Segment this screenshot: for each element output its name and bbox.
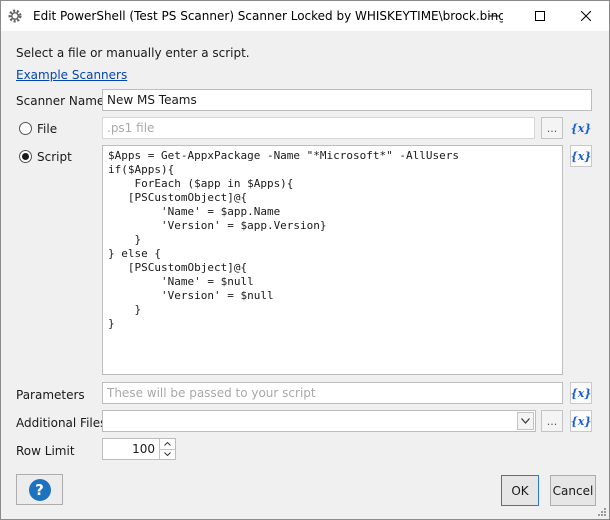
intro-text: Select a file or manually enter a script… — [16, 46, 250, 60]
script-editor[interactable]: $Apps = Get-AppxPackage -Name "*Microsof… — [102, 145, 563, 375]
ok-label: OK — [511, 483, 529, 498]
cancel-label: Cancel — [552, 483, 594, 498]
row-limit-label: Row Limit — [16, 444, 75, 458]
close-button[interactable] — [563, 1, 609, 31]
scanner-name-input[interactable]: New MS Teams — [102, 89, 592, 111]
variable-icon: {x} — [570, 386, 592, 400]
additional-files-browse-label: ... — [546, 414, 558, 428]
chevron-down-icon — [521, 418, 530, 424]
help-icon: ? — [28, 478, 51, 501]
cancel-button[interactable]: Cancel — [550, 475, 596, 506]
row-limit-value: 100 — [132, 442, 155, 456]
variable-icon: {x} — [570, 149, 592, 163]
file-browse-button[interactable]: ... — [541, 117, 563, 139]
chevron-up-icon — [164, 441, 171, 446]
close-icon — [581, 11, 591, 21]
file-label: File — [37, 122, 58, 136]
minimize-button[interactable] — [471, 1, 517, 31]
dropdown-toggle[interactable] — [517, 412, 534, 430]
window-title: Edit PowerShell (Test PS Scanner) Scanne… — [33, 9, 503, 23]
maximize-icon — [535, 11, 545, 21]
parameters-variable-button[interactable]: {x} — [570, 382, 592, 404]
title-bar: Edit PowerShell (Test PS Scanner) Scanne… — [1, 1, 609, 31]
row-limit-stepper[interactable]: 100 — [102, 438, 176, 460]
parameters-input[interactable]: These will be passed to your script — [102, 382, 563, 404]
gear-icon — [8, 9, 22, 23]
parameters-label: Parameters — [16, 388, 85, 402]
scanner-name-label: Scanner Name — [16, 94, 105, 108]
script-radio[interactable] — [19, 150, 32, 163]
maximize-button[interactable] — [517, 1, 563, 31]
spin-up-button[interactable] — [160, 439, 175, 450]
parameters-placeholder: These will be passed to your script — [107, 386, 316, 400]
ok-button[interactable]: OK — [501, 475, 539, 506]
file-variable-button[interactable]: {x} — [570, 117, 592, 139]
variable-icon: {x} — [570, 414, 592, 428]
file-browse-label: ... — [546, 121, 558, 135]
additional-files-variable-button[interactable]: {x} — [570, 410, 592, 432]
resize-grip-icon[interactable] — [597, 507, 607, 517]
example-scanners-link[interactable]: Example Scanners — [16, 68, 127, 82]
additional-files-label: Additional Files — [16, 416, 107, 430]
dialog-window: Edit PowerShell (Test PS Scanner) Scanne… — [0, 0, 610, 520]
minimize-icon — [489, 15, 499, 17]
file-path-input[interactable]: .ps1 file — [102, 117, 535, 139]
script-label: Script — [37, 150, 72, 164]
spin-down-button[interactable] — [160, 450, 175, 460]
script-variable-button[interactable]: {x} — [570, 145, 592, 167]
dialog-content: Select a file or manually enter a script… — [1, 31, 609, 519]
file-path-placeholder: .ps1 file — [107, 121, 155, 135]
help-button[interactable]: ? — [16, 474, 63, 505]
file-radio[interactable] — [19, 122, 32, 135]
chevron-down-icon — [164, 452, 171, 457]
additional-files-browse-button[interactable]: ... — [541, 410, 563, 432]
scanner-name-value: New MS Teams — [107, 93, 197, 107]
variable-icon: {x} — [570, 121, 592, 135]
additional-files-dropdown[interactable] — [102, 410, 536, 432]
spin-buttons — [159, 439, 175, 459]
